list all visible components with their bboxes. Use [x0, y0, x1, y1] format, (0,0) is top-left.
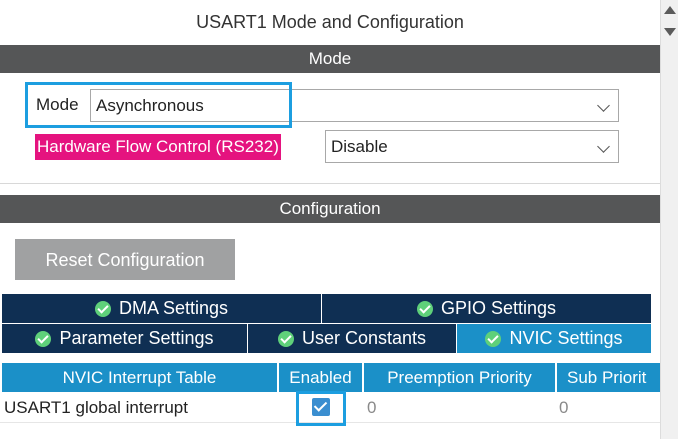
reset-configuration-button[interactable]: Reset Configuration [15, 239, 235, 280]
check-circle-icon [416, 300, 433, 317]
check-circle-icon [277, 330, 294, 347]
column-header-sub-priority[interactable]: Sub Priorit [557, 363, 660, 392]
check-circle-icon [35, 330, 52, 347]
tab-user-constants[interactable]: User Constants [248, 324, 457, 353]
section-divider [0, 183, 660, 184]
enabled-checkbox[interactable] [312, 398, 330, 416]
tab-label: DMA Settings [118, 298, 229, 318]
dialog-title: USART1 Mode and Configuration [196, 12, 464, 32]
tab-label: User Constants [301, 328, 427, 348]
column-header-enabled[interactable]: Enabled [279, 363, 364, 392]
configuration-section-header: Configuration [0, 195, 660, 223]
table-row-interrupt-name: USART1 global interrupt [4, 398, 188, 417]
scroll-down-icon[interactable] [664, 28, 676, 36]
check-circle-icon [94, 300, 111, 317]
tab-label: GPIO Settings [440, 298, 557, 318]
scroll-up-icon[interactable] [664, 6, 676, 14]
chevron-down-icon [597, 99, 610, 112]
chevron-down-icon [597, 140, 610, 153]
column-header-nvic-interrupt-table[interactable]: NVIC Interrupt Table [2, 363, 279, 392]
hardware-flow-control-label: Hardware Flow Control (RS232) [35, 134, 281, 160]
table-cell-sub-priority[interactable]: 0 [559, 394, 568, 422]
vertical-scrollbar[interactable] [660, 0, 678, 439]
hardware-flow-control-select[interactable]: Disable [325, 130, 619, 163]
tab-parameter-settings[interactable]: Parameter Settings [2, 324, 248, 353]
hfc-select-value: Disable [331, 137, 388, 156]
check-circle-icon [485, 330, 502, 347]
column-header-preemption-priority[interactable]: Preemption Priority [364, 363, 557, 392]
tab-dma-settings[interactable]: DMA Settings [2, 294, 322, 323]
tab-label: NVIC Settings [509, 328, 623, 348]
tab-gpio-settings[interactable]: GPIO Settings [322, 294, 652, 323]
mode-highlight-box [25, 82, 292, 128]
table-cell-preemption-priority[interactable]: 0 [367, 394, 376, 422]
tab-nvic-settings[interactable]: NVIC Settings [457, 324, 652, 353]
tab-label: Parameter Settings [59, 328, 214, 348]
mode-section-header: Mode [0, 45, 660, 73]
